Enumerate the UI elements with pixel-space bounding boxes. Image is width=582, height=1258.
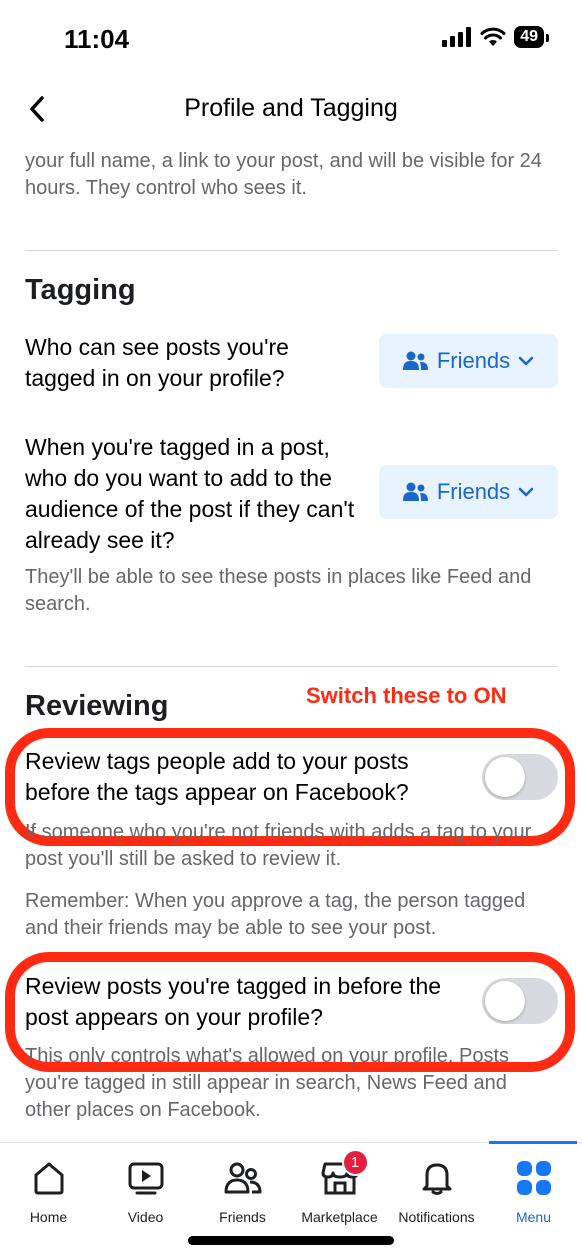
tab-label: Menu: [515, 1209, 552, 1225]
review-posts-note: This only controls what's allowed on you…: [25, 1045, 510, 1121]
tab-label: Marketplace: [301, 1209, 378, 1225]
status-icons: 49: [442, 26, 549, 48]
divider: [25, 666, 558, 667]
tagged-visibility-dropdown[interactable]: Friends: [379, 334, 558, 388]
tab-menu[interactable]: Menu: [485, 1143, 582, 1243]
toggle-knob: [485, 757, 525, 797]
friends-icon: [224, 1159, 262, 1197]
settings-content[interactable]: your full name, a link to your post, and…: [0, 140, 582, 1142]
intro-text: your full name, a link to your post, and…: [25, 150, 542, 199]
tag-audience-question: When you're tagged in a post, who do you…: [25, 434, 355, 553]
page-title: Profile and Tagging: [184, 94, 398, 122]
tagging-section-title: Tagging: [25, 274, 136, 306]
review-tags-question: Review tags people add to your posts bef…: [25, 748, 409, 805]
remember-note: Remember: When you approve a tag, the pe…: [25, 890, 526, 939]
video-icon: [127, 1159, 165, 1197]
divider: [25, 250, 558, 251]
tab-notifications[interactable]: Notifications: [388, 1143, 485, 1243]
menu-grid-icon: [515, 1159, 553, 1197]
tab-label: Notifications: [398, 1209, 475, 1225]
review-posts-question: Review posts you're tagged in before the…: [25, 973, 442, 1030]
tag-audience-dropdown[interactable]: Friends: [379, 465, 558, 519]
chevron-down-icon: [518, 356, 534, 366]
chevron-down-icon: [518, 487, 534, 497]
notification-badge: 1: [341, 1149, 369, 1176]
friends-icon: [402, 351, 428, 370]
battery-indicator: 49: [514, 26, 549, 48]
tab-home[interactable]: Home: [0, 1143, 97, 1243]
annotation-label: Switch these to ON: [306, 683, 507, 708]
bell-icon: [418, 1159, 456, 1197]
signal-icon: [442, 27, 472, 47]
tab-label: Video: [127, 1209, 164, 1225]
audience-value: Friends: [436, 348, 511, 373]
review-tags-toggle[interactable]: [482, 754, 558, 800]
tagging-note: They'll be able to see these posts in pl…: [25, 566, 532, 615]
audience-value: Friends: [436, 479, 511, 504]
wifi-icon: [480, 27, 506, 46]
friends-icon: [402, 482, 428, 501]
status-time: 11:04: [64, 24, 130, 54]
nav-header: Profile and Tagging: [0, 78, 582, 140]
tagged-visibility-question: Who can see posts you're tagged in on yo…: [25, 334, 289, 391]
home-indicator[interactable]: [188, 1236, 394, 1245]
review-tags-note: If someone who you're not friends with a…: [25, 821, 532, 870]
reviewing-section-title: Reviewing: [25, 690, 169, 722]
tab-label: Friends: [219, 1209, 266, 1225]
review-posts-toggle[interactable]: [482, 978, 558, 1024]
tab-label: Home: [29, 1209, 68, 1225]
status-bar: 11:04 49: [0, 0, 582, 78]
tab-video[interactable]: Video: [97, 1143, 194, 1243]
home-icon: [30, 1159, 68, 1197]
tab-friends[interactable]: Friends: [194, 1143, 291, 1243]
tab-marketplace[interactable]: 1 Marketplace: [291, 1143, 388, 1243]
marketplace-icon: 1: [321, 1149, 369, 1197]
toggle-knob: [485, 981, 525, 1021]
